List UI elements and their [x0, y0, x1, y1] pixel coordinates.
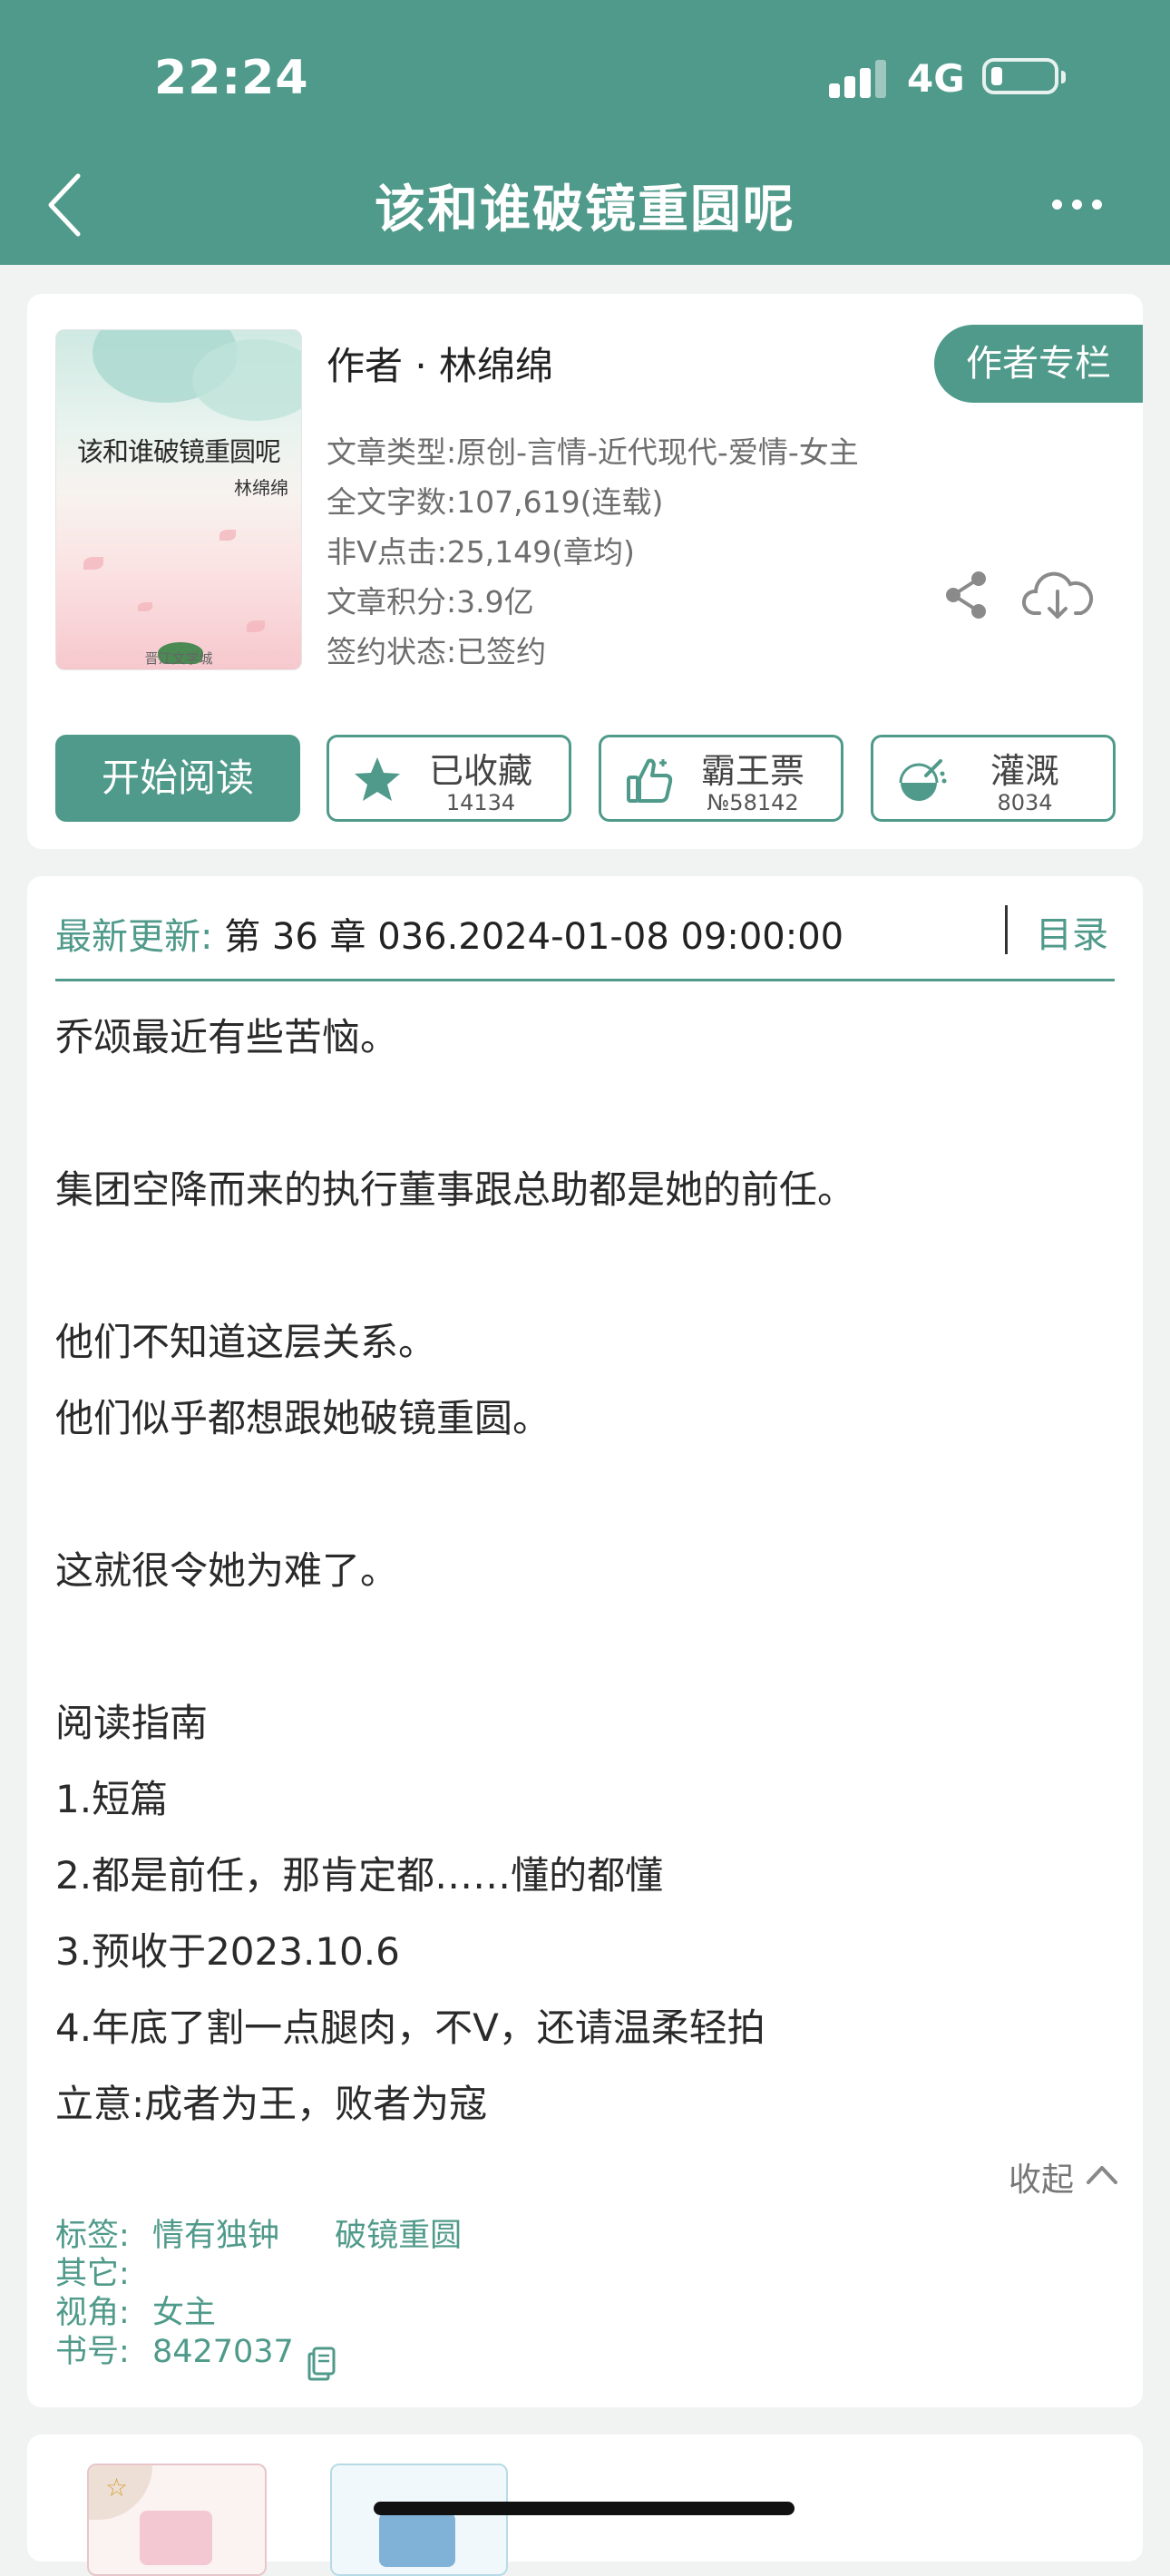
book-id-value: 8427037 [151, 2334, 294, 2370]
cover-author: 林绵绵 [234, 477, 288, 499]
synopsis-line: 立意:成者为王，败者为寇 [55, 2082, 488, 2126]
vote-count: №58142 [707, 790, 799, 815]
home-indicator[interactable] [374, 2502, 795, 2515]
share-button[interactable] [939, 566, 993, 624]
meta-genre: 文章类型:原创-言情-近代现代-爱情-女主 [327, 434, 859, 470]
meta-contract: 签约状态:已签约 [327, 634, 547, 669]
tag-link[interactable]: 破镜重圆 [335, 2218, 462, 2254]
book-cover[interactable]: 该和谁破镜重圆呢 林绵绵 晋江文学城 [55, 329, 302, 670]
battery-icon [982, 58, 1066, 94]
meta-score: 文章积分:3.9亿 [327, 584, 534, 620]
chevron-up-icon[interactable] [1085, 2162, 1119, 2186]
synopsis-line: 3.预收于2023.10.6 [55, 1929, 400, 1974]
synopsis-line: 他们似乎都想跟她破镜重圆。 [55, 1396, 551, 1440]
book-id-label: 书号: [55, 2334, 130, 2370]
author-column-button[interactable]: 作者专栏 [934, 325, 1143, 403]
vote-button[interactable]: 霸王票 №58142 [599, 735, 843, 822]
favorite-count: 14134 [445, 790, 516, 815]
tags-label: 标签: [55, 2218, 130, 2254]
divider [1005, 905, 1008, 954]
meta-word-count: 全文字数:107,619(连载) [327, 484, 664, 520]
synopsis-line: 1.短篇 [55, 1777, 169, 1821]
status-time: 22:24 [154, 51, 309, 105]
latest-update[interactable]: 最新更新: 第 36 章 036.2024-01-08 09:00:00 [55, 907, 843, 960]
synopsis-line: 2.都是前任，那肯定都……懂的都懂 [55, 1853, 664, 1898]
water-button[interactable]: 灌溉 8034 [871, 735, 1116, 822]
synopsis-line: 这就很令她为难了。 [55, 1548, 399, 1593]
view-row: 视角: 女主 [55, 2294, 216, 2332]
synopsis-card: 最新更新: 第 36 章 036.2024-01-08 09:00:00 目录 … [27, 876, 1143, 2407]
latest-chapter: 第 36 章 036.2024-01-08 09:00:00 [212, 916, 844, 958]
badge-thumbnail[interactable]: ☆ [87, 2464, 267, 2576]
start-reading-button[interactable]: 开始阅读 [55, 735, 300, 822]
water-count: 8034 [997, 790, 1053, 815]
star-icon [355, 757, 400, 801]
signal-icon [829, 60, 887, 98]
latest-update-label: 最新更新: [55, 916, 213, 958]
book-id-row: 书号: 8427037 [55, 2333, 294, 2371]
view-value: 女主 [151, 2295, 216, 2331]
watering-can-icon [899, 759, 947, 801]
author-name[interactable]: 作者 · 林绵绵 [327, 336, 553, 391]
thumbs-up-icon [627, 758, 673, 803]
publisher-logo: 晋江文学城 [144, 650, 213, 667]
favorite-button[interactable]: 已收藏 14134 [327, 735, 571, 822]
more-button[interactable] [1052, 196, 1107, 214]
star-icon: ☆ [105, 2473, 129, 2503]
collapse-button[interactable]: 收起 [1009, 2153, 1074, 2200]
cover-title: 该和谁破镜重圆呢 [76, 436, 281, 467]
synopsis-line: 4.年底了割一点腿肉，不Ⅴ，还请温柔轻拍 [55, 2005, 765, 2050]
other-row: 其它: [55, 2255, 130, 2293]
water-label: 灌溉 [990, 751, 1059, 791]
divider [55, 979, 1115, 981]
badge-thumbnail[interactable] [330, 2464, 508, 2576]
tag-link[interactable]: 情有独钟 [152, 2218, 279, 2254]
synopsis-line: 他们不知道这层关系。 [55, 1320, 437, 1364]
download-button[interactable] [1021, 568, 1094, 622]
synopsis-line: 乔颂最近有些苦恼。 [55, 1015, 399, 1059]
network-type: 4G [907, 56, 965, 101]
meta-clicks: 非Ⅴ点击:25,149(章均) [327, 534, 635, 570]
share-icon [946, 571, 986, 619]
top-bar: 22:24 4G 该和谁破镜重圆呢 [0, 0, 1170, 265]
page-title: 该和谁破镜重圆呢 [375, 181, 795, 239]
copy-icon[interactable] [307, 2345, 337, 2381]
tags-row: 标签: 情有独钟 破镜重圆 [55, 2217, 462, 2255]
synopsis-line: 集团空降而来的执行董事跟总助都是她的前任。 [55, 1167, 856, 1212]
other-label: 其它: [55, 2256, 130, 2292]
synopsis-line: 阅读指南 [55, 1701, 209, 1745]
favorite-label: 已收藏 [428, 751, 532, 791]
view-label: 视角: [55, 2295, 130, 2331]
vote-label: 霸王票 [700, 751, 804, 791]
cloud-download-icon [1022, 571, 1094, 619]
book-info-card: 该和谁破镜重圆呢 林绵绵 晋江文学城 作者 · 林绵绵 作者专栏 文章类型:原创… [27, 294, 1143, 849]
toc-button[interactable]: 目录 [1036, 905, 1108, 958]
